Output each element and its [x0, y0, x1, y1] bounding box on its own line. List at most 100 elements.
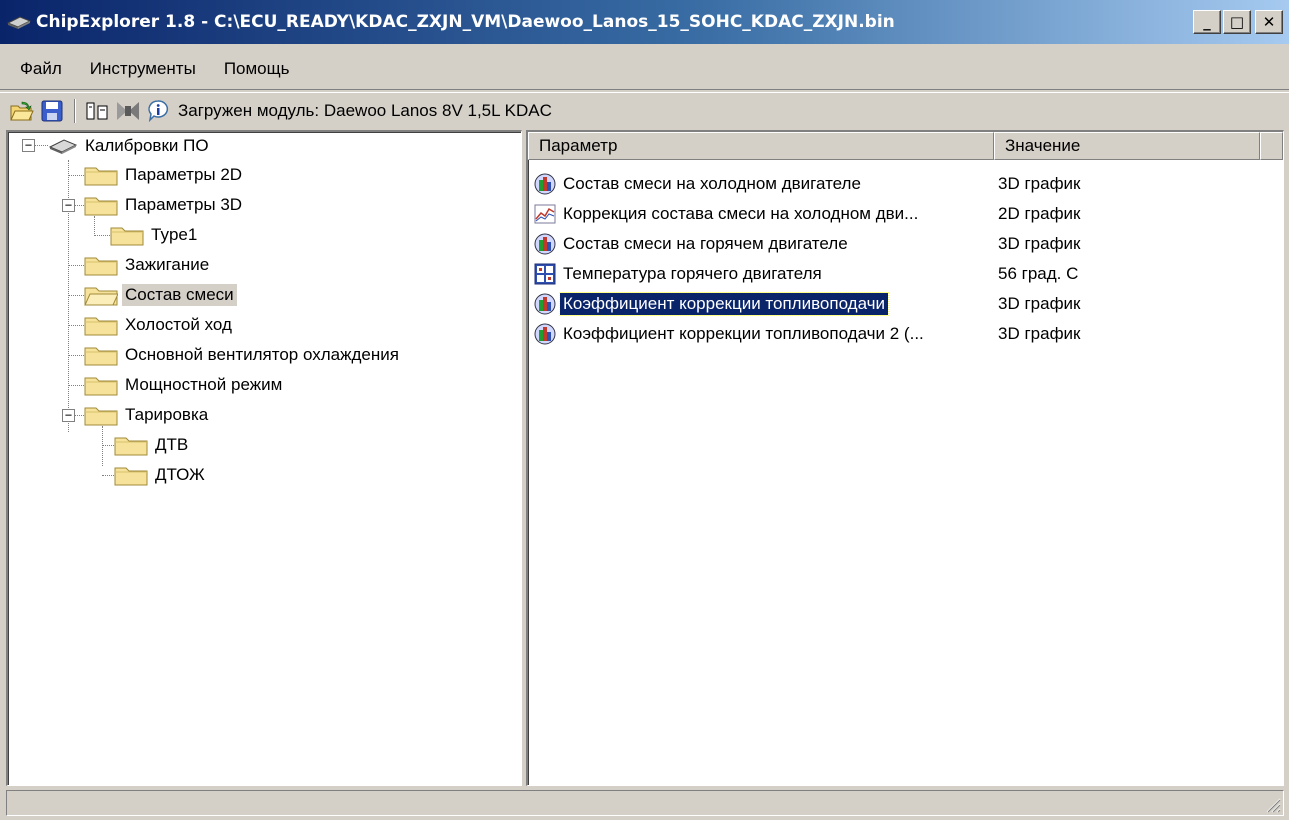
- status-bar: [6, 790, 1284, 816]
- resize-grip-icon[interactable]: [1263, 795, 1281, 813]
- minimize-button[interactable]: _: [1193, 10, 1221, 34]
- tree-item-label: Состав смеси: [122, 284, 237, 306]
- parameter-value: 3D график: [998, 174, 1081, 193]
- tree-item-root[interactable]: Калибровки ПО: [48, 132, 212, 160]
- collapse-params3d-toggle[interactable]: −: [62, 199, 75, 212]
- tree-item-dtv[interactable]: ДТВ: [114, 431, 191, 459]
- tree-item-label: Тарировка: [125, 405, 209, 424]
- parameters-list-pane[interactable]: Параметр Значение Состав смеси на холодн…: [526, 130, 1284, 786]
- checksum-icon[interactable]: [114, 97, 142, 125]
- tree-connector: [68, 385, 84, 386]
- list-item[interactable]: Температура горячего двигателя 56 град. …: [534, 259, 1274, 289]
- tree-item-label: Зажигание: [125, 255, 210, 274]
- folder-icon: [84, 257, 118, 276]
- tree-item-label: ДТВ: [155, 435, 189, 454]
- parameter-name: Коррекция состава смеси на холодном дви.…: [563, 204, 919, 223]
- folder-icon: [114, 467, 148, 486]
- parameter-name: Состав смеси на горячем двигателе: [563, 234, 848, 253]
- column-header-filler: [1260, 132, 1283, 160]
- parameter-value: 2D график: [998, 204, 1081, 223]
- tree-item-calibration[interactable]: Тарировка: [84, 401, 211, 429]
- tree-connector: [68, 175, 84, 176]
- parameter-name: Коэффициент коррекции топливоподачи: [558, 292, 890, 316]
- close-button[interactable]: ✕: [1255, 10, 1283, 34]
- chip-icon: [48, 139, 78, 154]
- tree-connector: [68, 265, 84, 266]
- column-header-value[interactable]: Значение: [994, 132, 1260, 160]
- list-item[interactable]: Состав смеси на холодном двигателе 3D гр…: [534, 169, 1274, 199]
- parameter-value: 3D график: [998, 294, 1081, 313]
- calibration-tree-pane[interactable]: − − − Калибровки ПО Параметры 2D Парамет…: [6, 130, 522, 786]
- tree-item-power[interactable]: Мощностной режим: [84, 371, 285, 399]
- collapse-root-toggle[interactable]: −: [22, 139, 35, 152]
- parameter-value: 56 град. С: [998, 264, 1079, 283]
- parameter-name: Коэффициент коррекции топливоподачи 2 (.…: [563, 324, 924, 343]
- tree-item-ignition[interactable]: Зажигание: [84, 251, 212, 279]
- list-item[interactable]: Коэффициент коррекции топливоподачи 2 (.…: [534, 319, 1274, 349]
- tree-item-params3d[interactable]: Параметры 3D: [84, 191, 245, 219]
- tree-item-label: Калибровки ПО: [85, 136, 209, 155]
- tree-item-mixture[interactable]: Состав смеси: [84, 281, 237, 309]
- folder-icon: [84, 167, 118, 186]
- folder-icon: [84, 197, 118, 216]
- menu-help[interactable]: Помощь: [210, 59, 304, 79]
- parameter-value: 3D график: [998, 324, 1081, 343]
- tree-item-type1[interactable]: Type1: [110, 221, 200, 249]
- parameter-name: Состав смеси на холодном двигателе: [563, 174, 861, 193]
- menu-tools[interactable]: Инструменты: [76, 59, 210, 79]
- window-title: ChipExplorer 1.8 - C:\ECU_READY\KDAC_ZXJ…: [36, 12, 895, 32]
- menu-bar: Файл Инструменты Помощь: [0, 48, 1289, 90]
- tree-connector: [68, 355, 84, 356]
- tree-item-label: Основной вентилятор охлаждения: [125, 345, 399, 364]
- chart3d-icon: [534, 293, 556, 315]
- calibration-tree: − − − Калибровки ПО Параметры 2D Парамет…: [8, 132, 521, 785]
- parameter-value: 3D график: [998, 234, 1081, 253]
- collapse-calibration-toggle[interactable]: −: [62, 409, 75, 422]
- chart2d-icon: [534, 204, 556, 224]
- tree-item-dtozh[interactable]: ДТОЖ: [114, 461, 208, 489]
- tree-connector: [102, 426, 103, 466]
- info-icon[interactable]: [144, 97, 172, 125]
- tree-item-label: ДТОЖ: [155, 465, 205, 484]
- toolbar-separator: [74, 98, 76, 123]
- tree-connector: [102, 445, 114, 446]
- folder-icon: [110, 227, 144, 246]
- parameter-name: Температура горячего двигателя: [563, 264, 822, 283]
- list-item[interactable]: Коррекция состава смеси на холодном дви.…: [534, 199, 1274, 229]
- list-item-selected[interactable]: Коэффициент коррекции топливоподачи 3D г…: [534, 289, 1274, 319]
- tree-connector: [68, 325, 84, 326]
- tree-connector: [94, 235, 110, 236]
- folder-icon: [114, 437, 148, 456]
- numeric-value-icon: [534, 263, 556, 285]
- tree-connector: [34, 145, 48, 146]
- folder-icon: [84, 347, 118, 366]
- column-header-parameter[interactable]: Параметр: [528, 132, 994, 160]
- save-icon[interactable]: [38, 97, 66, 125]
- compare-icon[interactable]: [84, 97, 112, 125]
- tree-item-label: Параметры 3D: [125, 195, 243, 214]
- chart3d-icon: [534, 173, 556, 195]
- tree-connector: [74, 415, 84, 416]
- title-bar: ChipExplorer 1.8 - C:\ECU_READY\KDAC_ZXJ…: [0, 0, 1289, 44]
- tree-item-label: Мощностной режим: [125, 375, 283, 394]
- chip-icon: [6, 16, 32, 29]
- tree-item-fan[interactable]: Основной вентилятор охлаждения: [84, 341, 402, 369]
- maximize-button[interactable]: □: [1223, 10, 1251, 34]
- tree-connector: [94, 216, 95, 236]
- tree-item-idle[interactable]: Холостой ход: [84, 311, 235, 339]
- open-folder-icon: [84, 287, 118, 306]
- chart3d-icon: [534, 233, 556, 255]
- open-icon[interactable]: [8, 97, 36, 125]
- tree-connector: [68, 295, 84, 296]
- folder-icon: [84, 407, 118, 426]
- toolbar: Загружен модуль: Daewoo Lanos 8V 1,5L KD…: [0, 92, 1289, 128]
- chart3d-icon: [534, 323, 556, 345]
- folder-icon: [84, 317, 118, 336]
- list-header: Параметр Значение: [528, 132, 1283, 160]
- menu-file[interactable]: Файл: [6, 59, 76, 79]
- tree-connector: [74, 205, 84, 206]
- folder-icon: [84, 377, 118, 396]
- tree-item-params2d[interactable]: Параметры 2D: [84, 161, 245, 189]
- list-item[interactable]: Состав смеси на горячем двигателе 3D гра…: [534, 229, 1274, 259]
- tree-connector: [102, 475, 114, 476]
